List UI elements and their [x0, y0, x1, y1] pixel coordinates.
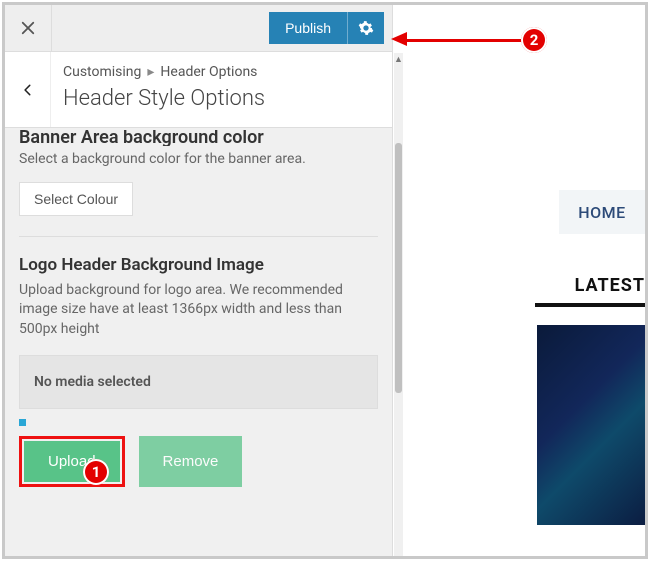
nav-home-link[interactable]: HOME — [559, 190, 645, 234]
panel-title: Header Style Options — [63, 86, 378, 111]
publish-settings-button[interactable] — [347, 12, 384, 44]
banner-section-heading: Banner Area background color — [19, 130, 264, 146]
preview-image — [537, 325, 645, 525]
scroll-up-icon: ▲ — [394, 53, 403, 65]
select-colour-button[interactable]: Select Colour — [19, 182, 133, 216]
close-icon — [19, 19, 37, 37]
close-customizer-button[interactable] — [5, 5, 52, 52]
breadcrumb-parent: Header Options — [160, 64, 257, 80]
scroll-thumb[interactable] — [395, 143, 402, 393]
gear-icon — [358, 20, 374, 36]
remove-button[interactable]: Remove — [139, 436, 243, 487]
chevron-left-icon — [21, 83, 35, 97]
colour-swatch — [19, 419, 26, 426]
annotation-highlight-1: Upload — [19, 436, 125, 487]
logo-section-heading: Logo Header Background Image — [19, 255, 378, 275]
chevron-right-icon: ▸ — [147, 64, 154, 80]
latest-underline — [535, 303, 645, 307]
banner-section-desc: Select a background color for the banner… — [19, 150, 378, 170]
publish-button[interactable]: Publish — [269, 12, 347, 44]
logo-section-desc: Upload background for logo area. We reco… — [19, 281, 378, 340]
panel-scrollbar[interactable]: ▲ — [394, 53, 403, 556]
upload-button[interactable]: Upload — [24, 441, 120, 482]
breadcrumb: Customising ▸ Header Options — [63, 64, 378, 80]
back-button[interactable] — [5, 52, 51, 127]
breadcrumb-root: Customising — [63, 64, 141, 80]
latest-heading: LATEST — [575, 275, 645, 296]
media-placeholder: No media selected — [19, 355, 378, 409]
